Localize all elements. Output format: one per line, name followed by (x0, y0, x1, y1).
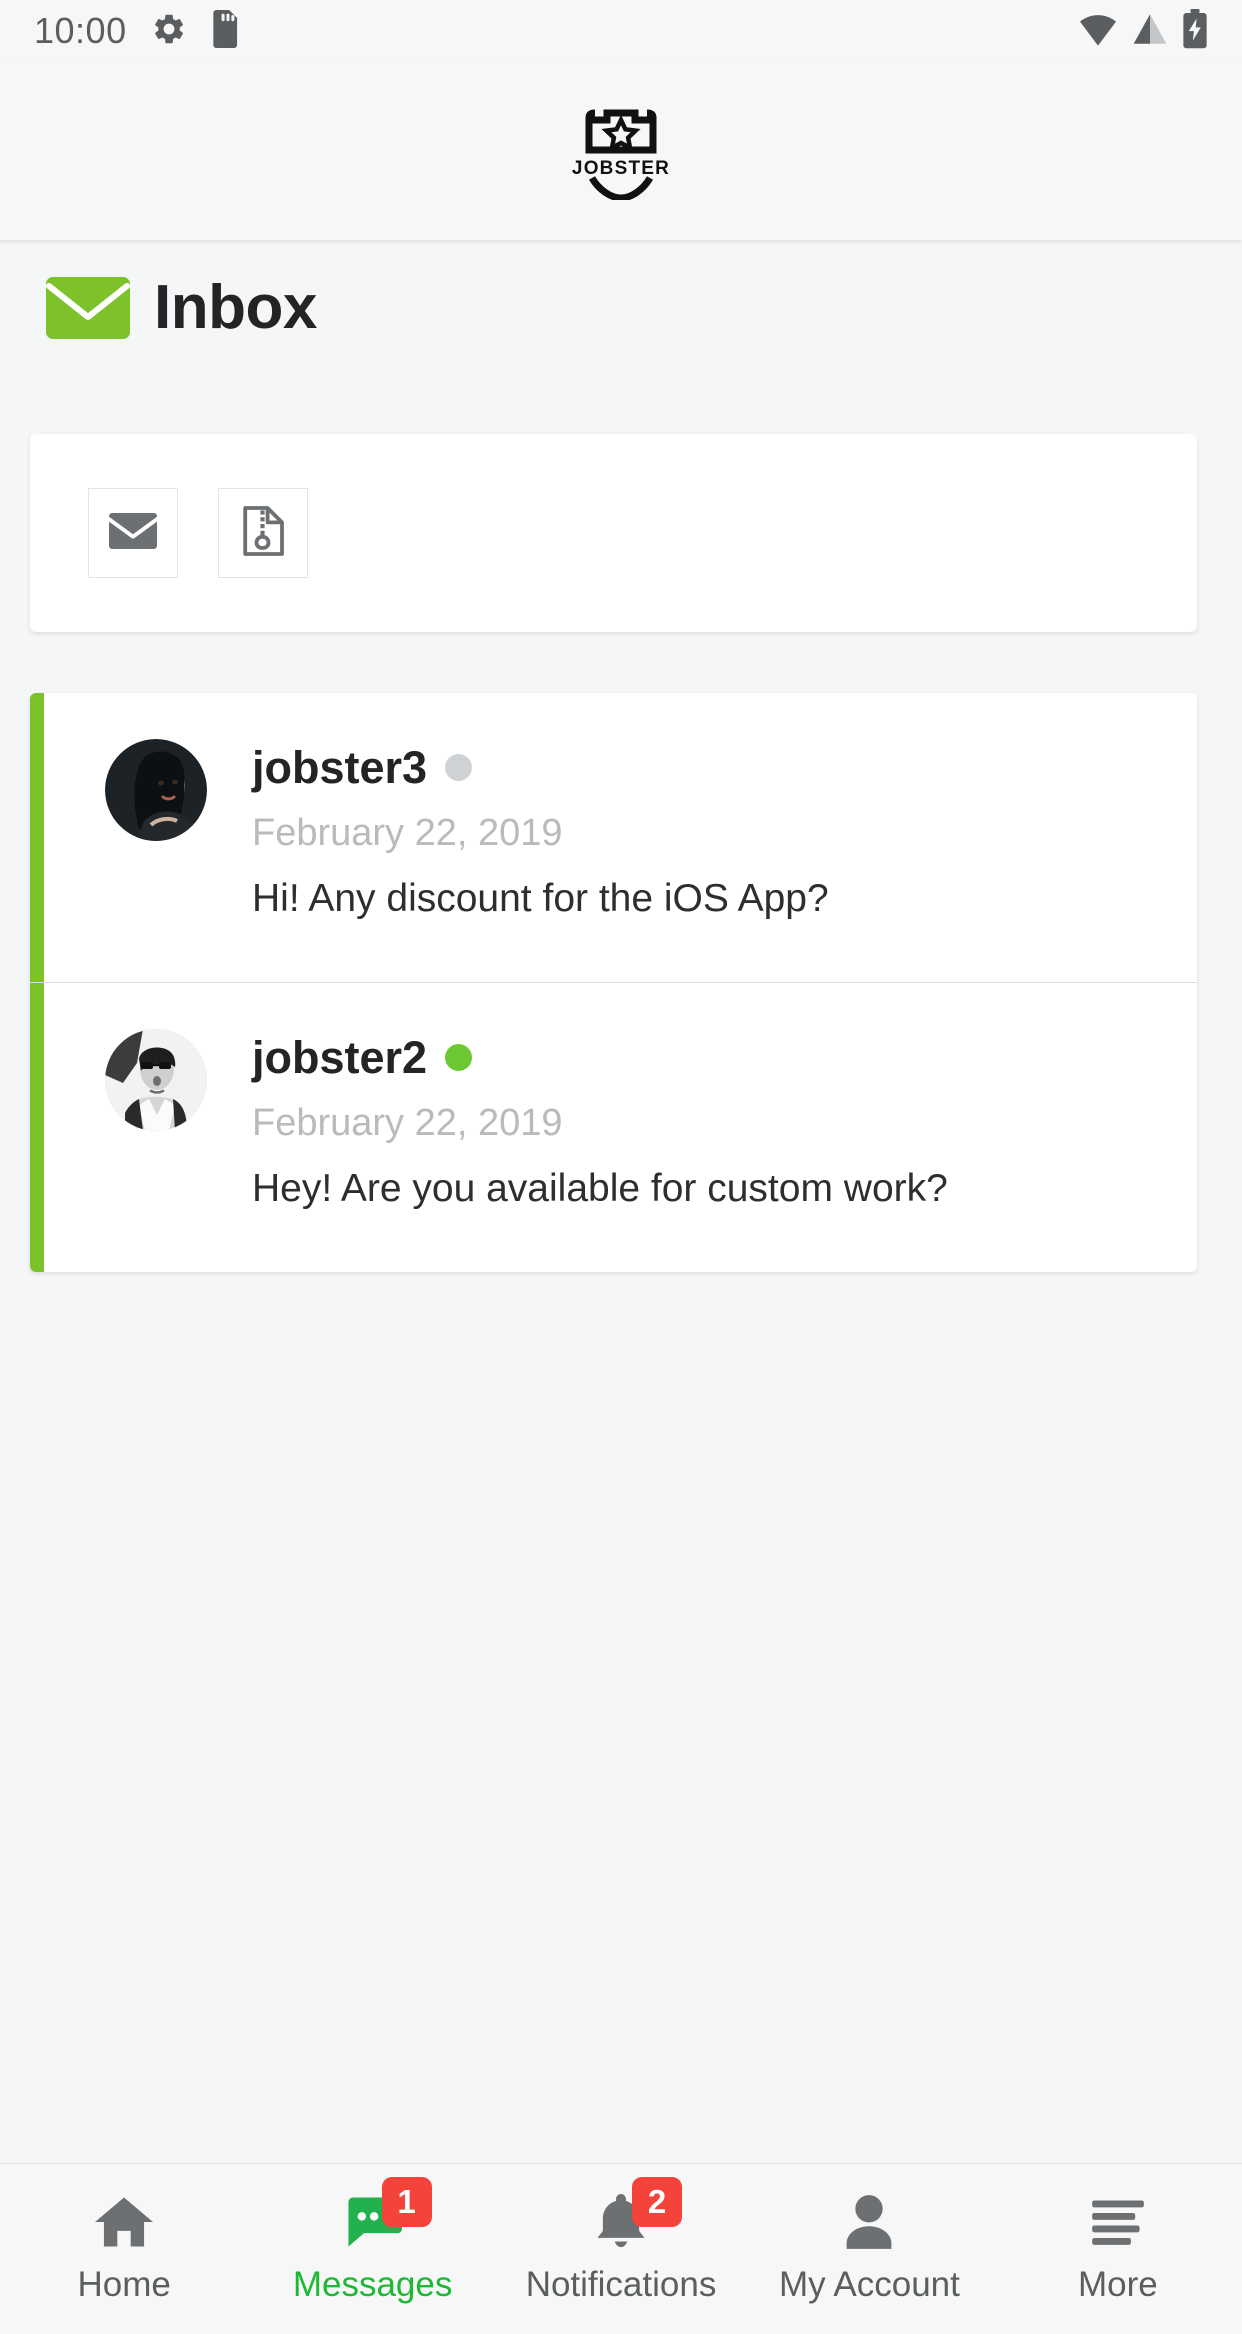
status-badge (445, 1044, 473, 1071)
status-badge (445, 754, 473, 781)
nav-label: My Account (778, 2265, 960, 2304)
list-item[interactable]: jobster2 February 22, 2019 Hey! Are you … (30, 982, 1197, 1272)
list-item[interactable]: jobster3 February 22, 2019 Hi! Any disco… (30, 693, 1197, 982)
unread-accent-bar (30, 983, 44, 1272)
message-list: jobster3 February 22, 2019 Hi! Any disco… (30, 693, 1197, 1272)
message-date: February 22, 2019 (252, 1102, 563, 1144)
badge-count: 2 (632, 2177, 683, 2227)
status-bar-right (1078, 8, 1208, 54)
envelope-icon (109, 512, 157, 554)
message-header: jobster2 (252, 1035, 948, 1080)
app-screen: 10:00 JOBSTER Inbox jobster3 February 22… (0, 0, 1242, 2334)
inbox-toolbar (30, 434, 1197, 632)
home-icon (95, 2191, 154, 2253)
wifi-icon (1078, 12, 1118, 51)
nav-label: Home (77, 2265, 171, 2304)
nav-item-notifications[interactable]: 2 Notifications (497, 2164, 745, 2334)
bottom-navigation: Home 1 Messages 2 Notifications My Accou… (0, 2163, 1242, 2334)
hamburger-menu-icon (1090, 2191, 1146, 2253)
message-username: jobster2 (252, 1032, 428, 1083)
message-preview: Hi! Any discount for the iOS App? (252, 877, 829, 920)
gear-icon (151, 11, 187, 52)
unread-accent-bar (30, 693, 44, 982)
message-date: February 22, 2019 (252, 812, 563, 854)
nav-item-more[interactable]: More (994, 2164, 1242, 2334)
status-bar-clock: 10:00 (34, 10, 127, 51)
message-content: jobster2 February 22, 2019 Hey! Are you … (252, 1029, 948, 1211)
page-title: Inbox (46, 277, 317, 339)
file-archive-icon (242, 505, 284, 561)
status-bar: 10:00 (0, 0, 1242, 62)
nav-item-my-account[interactable]: My Account (745, 2164, 993, 2334)
logo-text: JOBSTER (572, 158, 670, 179)
avatar (105, 739, 207, 841)
archive-attachment-button[interactable] (218, 488, 308, 578)
nav-item-home[interactable]: Home (0, 2164, 248, 2334)
cellular-signal-icon (1132, 12, 1168, 51)
nav-label: Notifications (525, 2265, 717, 2304)
person-icon (842, 2191, 896, 2253)
chat-bubble-icon: 1 (344, 2177, 432, 2253)
jobster-logo[interactable]: JOBSTER (569, 102, 673, 202)
compose-message-button[interactable] (88, 488, 178, 578)
envelope-icon (46, 277, 130, 339)
message-preview: Hey! Are you available for custom work? (252, 1167, 948, 1210)
nav-label: More (1077, 2265, 1158, 2304)
message-username: jobster3 (252, 742, 428, 793)
status-bar-left: 10:00 (34, 9, 241, 53)
nav-item-messages[interactable]: 1 Messages (248, 2164, 496, 2334)
bell-icon: 2 (594, 2177, 683, 2253)
battery-charging-icon (1182, 8, 1208, 54)
sd-card-icon (211, 9, 241, 53)
page-title-text: Inbox (154, 273, 317, 342)
badge-count: 1 (381, 2177, 432, 2227)
avatar (105, 1029, 207, 1131)
nav-label: Messages (292, 2265, 453, 2304)
message-header: jobster3 (252, 745, 829, 790)
app-header: JOBSTER (0, 62, 1242, 240)
message-content: jobster3 February 22, 2019 Hi! Any disco… (252, 739, 829, 921)
